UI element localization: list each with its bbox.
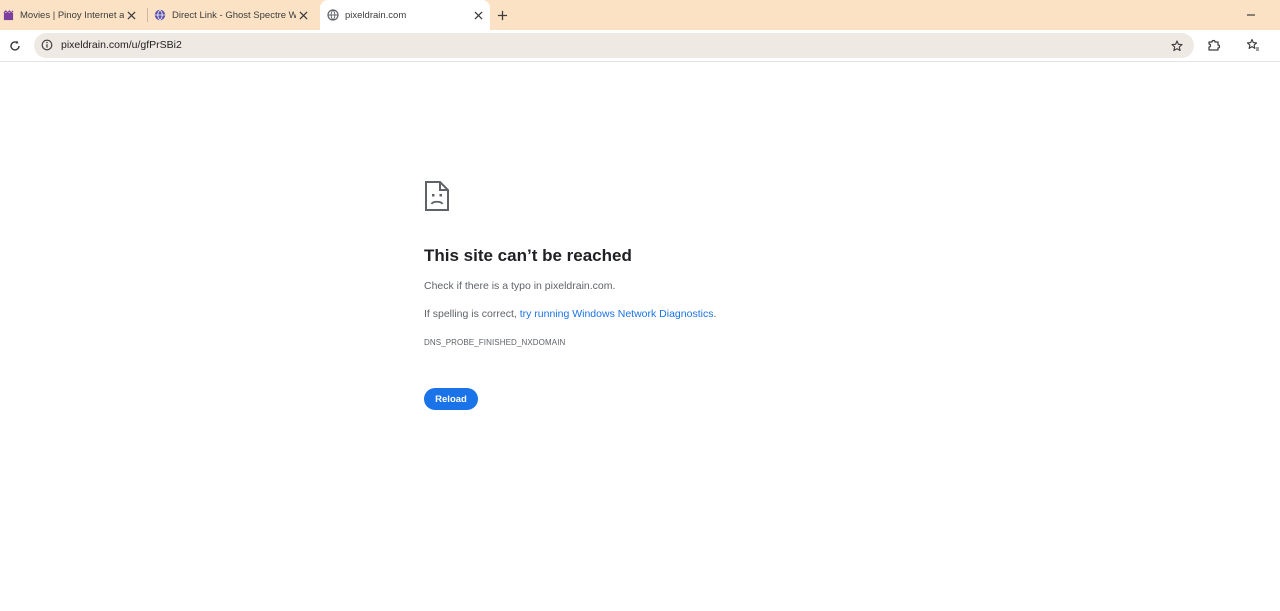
tab-pixeldrain[interactable]: pixeldrain.com bbox=[320, 0, 490, 30]
reload-icon[interactable] bbox=[4, 35, 26, 57]
error-title: This site can’t be reached bbox=[424, 246, 632, 265]
address-bar[interactable]: pixeldrain.com/u/gfPrSBi2 bbox=[34, 33, 1194, 58]
tab-direct-link[interactable]: Direct Link - Ghost Spectre Wi bbox=[152, 0, 312, 30]
reload-button[interactable]: Reload bbox=[424, 388, 478, 410]
close-tab-icon[interactable] bbox=[471, 8, 485, 22]
close-tab-icon[interactable] bbox=[124, 8, 138, 22]
sad-document-icon bbox=[424, 180, 450, 212]
browser-toolbar: pixeldrain.com/u/gfPrSBi2 bbox=[0, 30, 1280, 62]
tab-title: Direct Link - Ghost Spectre Wi bbox=[172, 9, 296, 21]
diagnostics-link[interactable]: try running Windows Network Diagnostics bbox=[520, 308, 714, 320]
error-typo-hint: Check if there is a typo in pixeldrain.c… bbox=[424, 280, 616, 292]
close-tab-icon[interactable] bbox=[296, 8, 310, 22]
star-icon[interactable] bbox=[1169, 38, 1185, 54]
minimize-icon[interactable] bbox=[1244, 8, 1258, 22]
tab-title: pixeldrain.com bbox=[345, 9, 407, 21]
url-text[interactable]: pixeldrain.com/u/gfPrSBi2 bbox=[61, 39, 182, 51]
tab-title: Movies | Pinoy Internet and bbox=[20, 9, 124, 21]
tab-movies[interactable]: Movies | Pinoy Internet and bbox=[0, 0, 142, 30]
globe-purple-icon bbox=[154, 9, 166, 21]
star-list-icon[interactable] bbox=[1242, 34, 1264, 56]
diagnostics-suffix: . bbox=[713, 308, 717, 320]
tab-separator bbox=[147, 8, 148, 22]
globe-icon bbox=[327, 9, 339, 21]
error-code: DNS_PROBE_FINISHED_NXDOMAIN bbox=[424, 338, 566, 347]
tab-strip: Movies | Pinoy Internet and Direct Link … bbox=[0, 0, 1280, 30]
error-diagnostics-hint: If spelling is correct, try running Wind… bbox=[424, 308, 716, 320]
plus-icon[interactable] bbox=[494, 7, 510, 23]
diagnostics-prefix: If spelling is correct, bbox=[424, 308, 520, 320]
error-page: This site can’t be reached Check if ther… bbox=[0, 63, 1280, 611]
film-icon bbox=[2, 9, 14, 21]
puzzle-icon[interactable] bbox=[1203, 34, 1225, 56]
info-icon[interactable] bbox=[40, 38, 54, 52]
